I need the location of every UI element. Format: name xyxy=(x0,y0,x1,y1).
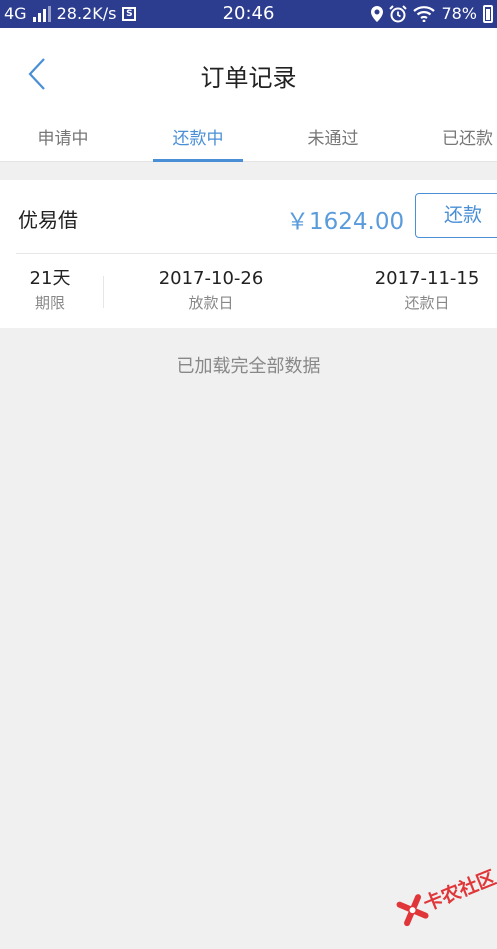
due-date-value: 2017-11-15 xyxy=(374,268,480,289)
nav-header: 订单记录 xyxy=(0,28,497,120)
loan-date-value: 2017-10-26 xyxy=(158,268,264,289)
status-right: 78% xyxy=(371,0,493,28)
wifi-icon xyxy=(413,6,436,22)
due-date-label: 还款日 xyxy=(404,294,450,312)
column-divider xyxy=(103,276,104,308)
status-bar: 4G 28.2K/s S 20:46 78% xyxy=(0,0,497,28)
tab-repaying[interactable]: 还款中 xyxy=(153,120,243,162)
location-icon xyxy=(371,6,384,22)
battery-percent: 78% xyxy=(441,4,477,23)
watermark-text: 卡农社区 xyxy=(420,866,497,916)
term-value: 21天 xyxy=(29,268,71,289)
watermark: 卡农社区 xyxy=(381,839,497,949)
tab-rejected[interactable]: 未通过 xyxy=(290,120,376,162)
tab-repaid[interactable]: 已还款 xyxy=(426,120,497,162)
divider xyxy=(16,253,497,254)
tab-applying[interactable]: 申请中 xyxy=(20,120,106,162)
order-card: 优易借 ￥1624.00 还款 21天 期限 2017-10-26 放款日 20… xyxy=(0,180,497,328)
loan-date-label: 放款日 xyxy=(188,294,234,312)
page-title: 订单记录 xyxy=(200,64,297,92)
term-column: 21天 期限 xyxy=(10,268,90,314)
product-name: 优易借 xyxy=(18,208,78,232)
loan-amount: ￥1624.00 xyxy=(286,209,405,235)
alarm-icon xyxy=(389,5,408,23)
battery-icon xyxy=(483,5,493,23)
active-tab-indicator xyxy=(153,159,243,162)
loan-date-column: 2017-10-26 放款日 xyxy=(146,268,276,314)
repay-button[interactable]: 还款 xyxy=(415,193,497,238)
order-status-tabs: 申请中 还款中 未通过 已还款 xyxy=(0,120,497,162)
term-label: 期限 xyxy=(34,294,65,312)
end-of-list-message: 已加载完全部数据 xyxy=(176,356,321,377)
due-date-column: 2017-11-15 还款日 xyxy=(362,268,492,314)
